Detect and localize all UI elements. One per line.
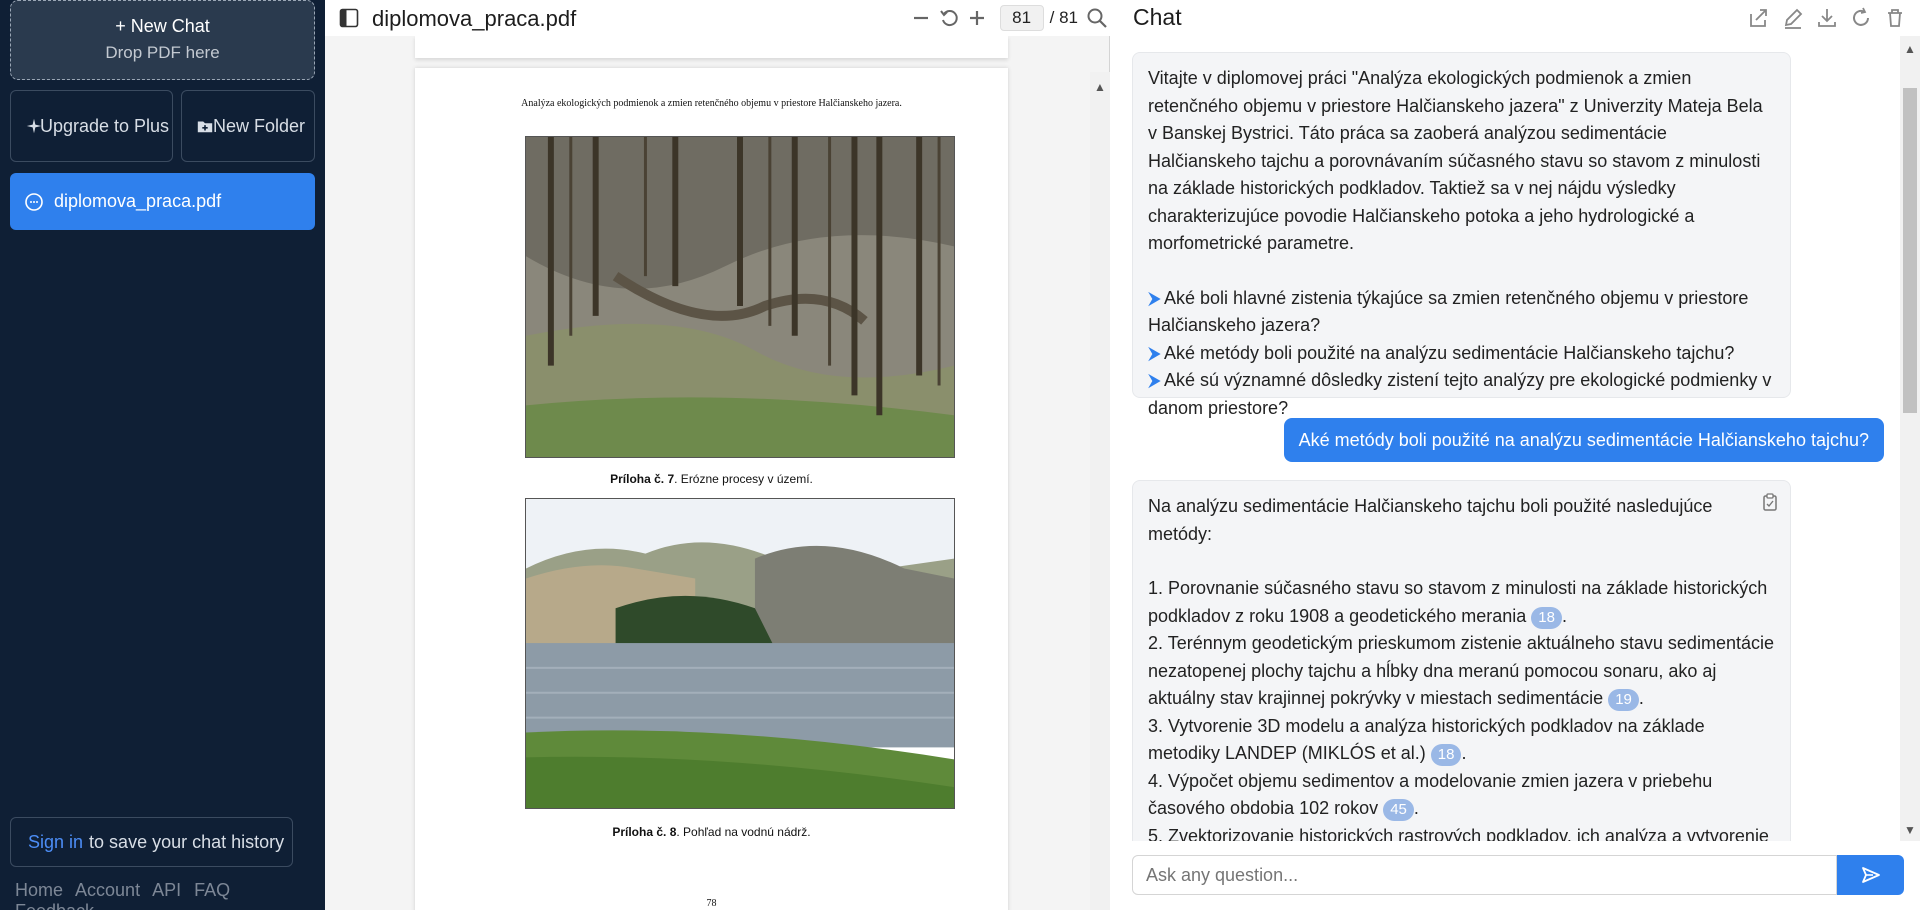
pdf-toolbar: diplomova_praca.pdf 81 / 81 [325,0,1110,36]
caption-annex-7: Príloha č. 7. Erózne procesy v území. [415,472,1008,486]
answer-intro: Na analýzu sedimentácie Halčianskeho taj… [1148,496,1713,544]
footer-link-faq[interactable]: FAQ [194,880,230,900]
answer-item-text: 1. Porovnanie súčasného stavu so stavom … [1148,578,1768,626]
caption-2-label: Príloha č. 8 [612,825,677,839]
answer-item-3: 3. Vytvorenie 3D modelu a analýza histor… [1148,713,1775,768]
pdf-tools: 81 / 81 [906,4,1110,32]
caption-1-label: Príloha č. 7 [610,472,675,486]
chat-tools [1738,5,1908,31]
new-chat-label: + New Chat [115,16,210,36]
sign-in-link[interactable]: Sign in [28,832,83,853]
trash-icon[interactable] [1882,5,1908,31]
suggested-question-3[interactable]: ⮞ Aké sú významné dôsledky zistení tejto … [1148,367,1775,422]
chat-header: Chat [1110,0,1920,36]
page-number: 78 [706,898,717,909]
sidebar: + New Chat Drop PDF here Upgrade to Plus… [0,0,325,910]
sidebar-item-document[interactable]: diplomova_praca.pdf [10,173,315,230]
pdf-viewer: diplomova_praca.pdf 81 / 81 Analýza ekol… [325,0,1110,910]
chat-scroll-thumb[interactable] [1903,88,1917,413]
assistant-answer-message: Na analýzu sedimentácie Halčianskeho taj… [1132,480,1791,841]
caption-annex-8: Príloha č. 8. Pohľad na vodnú nádrž. [415,825,1008,839]
pdf-scrollbar[interactable]: ▲ ▼ [1090,72,1110,910]
chat-bubble-icon [25,192,43,211]
pdf-viewport[interactable]: Analýza ekologických podmienok a zmien r… [325,36,1110,910]
page-header: Analýza ekologických podmienok a zmien r… [521,98,902,109]
zoom-out-icon[interactable] [908,5,934,31]
send-arrow-icon: ⮞ [1148,370,1162,390]
signin-text: to save your chat history [89,831,285,852]
answer-item-text: 4. Výpočet objemu sedimentov a modelovan… [1148,770,1713,819]
citation-badge[interactable]: 19 [1608,689,1639,711]
suggested-question-1[interactable]: ⮞ Aké boli hlavné zistenia týkajúce sa zm… [1148,285,1775,340]
suggested-question-2[interactable]: ⮞ Aké metódy boli použité na analýzu sedi… [1148,340,1775,368]
download-icon[interactable] [1814,5,1840,31]
citation-badge[interactable]: 18 [1430,744,1462,766]
send-arrow-icon: ⮞ [1148,342,1162,363]
chat-messages[interactable]: Vitajte v diplomovej práci "Analýza ekol… [1110,36,1920,841]
search-icon[interactable] [1084,5,1110,31]
footer-links: Home Account API FAQ Feedback [15,880,325,910]
edit-icon[interactable] [1780,5,1806,31]
refresh-icon[interactable] [1848,5,1874,31]
send-button[interactable] [1837,855,1904,895]
new-folder-button[interactable]: New Folder [181,90,315,162]
scroll-up-icon[interactable]: ▲ [1094,80,1106,94]
copy-icon[interactable] [1762,493,1778,511]
reset-zoom-icon[interactable] [936,5,962,31]
assistant-welcome-message: Vitajte v diplomovej práci "Analýza ekol… [1132,52,1791,418]
sidebar-toggle-icon[interactable] [339,8,359,28]
footer-link-account[interactable]: Account [75,880,140,900]
photo-erosion [525,136,955,458]
chat-scrollbar[interactable]: ▲ ▼ [1900,36,1920,841]
suggested-question-text: Aké metódy boli použité na analýzu sedim… [1164,342,1735,363]
sparkle-icon [26,118,42,134]
welcome-text: Vitajte v diplomovej práci "Analýza ekol… [1148,68,1763,253]
send-icon [1861,867,1880,883]
answer-item-4: 4. Výpočet objemu sedimentov a modelovan… [1148,768,1775,823]
chat-input[interactable] [1132,855,1837,895]
footer-link-feedback[interactable]: Feedback [15,901,94,910]
upgrade-button[interactable]: Upgrade to Plus [10,90,173,162]
previous-page-edge [415,36,1008,58]
suggested-question-text: Aké boli hlavné zistenia týkajúce sa zmi… [1148,287,1749,336]
drop-pdf-hint: Drop PDF here [105,43,220,62]
chat-input-row [1132,855,1904,895]
folder-plus-icon [197,121,213,133]
photo-reservoir [525,498,955,809]
new-chat-dropzone[interactable]: + New Chat Drop PDF here [10,0,315,80]
answer-item-2: 2. Terénnym geodetickým prieskumom ziste… [1148,630,1775,713]
footer-link-api[interactable]: API [152,880,181,900]
footer-link-home[interactable]: Home [15,880,63,900]
user-message: Aké metódy boli použité na analýzu sedim… [1283,418,1884,462]
zoom-in-icon[interactable] [964,5,990,31]
pdf-page: Analýza ekologických podmienok a zmien r… [415,68,1008,910]
answer-item-5: 5. Zvektorizovanie historických rastrový… [1148,823,1775,842]
chat-panel: Chat Vitajte v diplomovej práci "Analýza… [1110,0,1920,910]
chat-title: Chat [1133,4,1182,30]
answer-item-text: 2. Terénnym geodetickým prieskumom ziste… [1148,633,1774,708]
send-arrow-icon: ⮞ [1148,287,1162,308]
share-icon[interactable] [1746,5,1772,31]
caption-1-text: . Erózne procesy v území. [674,472,813,486]
answer-item-text: 3. Vytvorenie 3D modelu a analýza histor… [1148,715,1705,764]
signin-box: Sign in to save your chat history [10,817,293,867]
scroll-down-icon[interactable]: ▼ [1904,823,1916,837]
page-number-input[interactable]: 81 [999,5,1044,31]
caption-2-text: . Pohľad na vodnú nádrž. [676,825,811,839]
answer-item-text: 5. Zvektorizovanie historických rastrový… [1148,825,1769,842]
app-root: + New Chat Drop PDF here Upgrade to Plus… [0,0,1920,910]
citation-badge[interactable]: 18 [1531,606,1562,629]
sidebar-item-label: diplomova_praca.pdf [54,191,222,211]
pdf-title: diplomova_praca.pdf [372,6,577,31]
citation-badge[interactable]: 45 [1383,799,1414,821]
suggested-question-text: Aké sú významné dôsledky zistení tejto a… [1148,370,1772,418]
page-total: / 81 [1049,8,1078,27]
scroll-up-icon[interactable]: ▲ [1904,42,1916,56]
answer-item-1: 1. Porovnanie súčasného stavu so stavom … [1148,575,1775,630]
